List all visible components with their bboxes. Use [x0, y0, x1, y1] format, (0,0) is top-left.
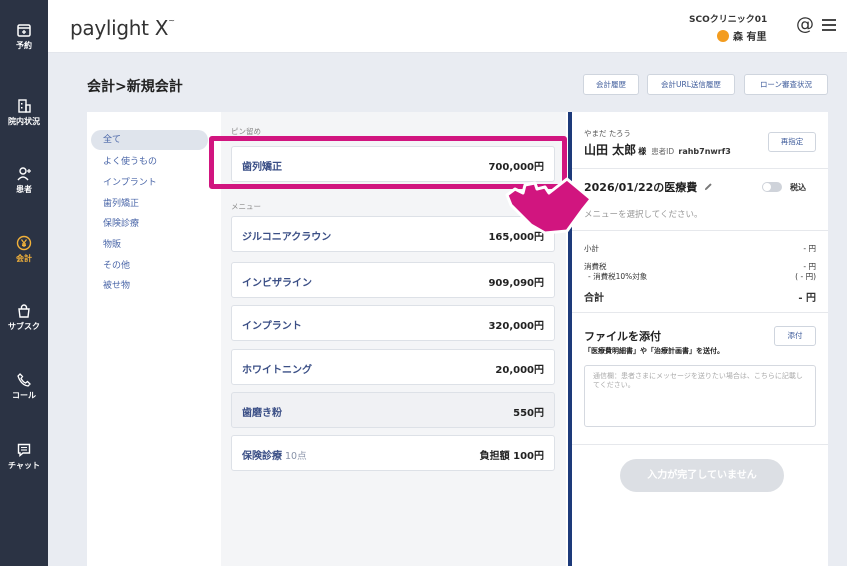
divider — [572, 230, 828, 231]
attach-file-title: ファイルを添付 — [584, 330, 661, 343]
add-user-icon — [17, 167, 31, 181]
menu-item[interactable]: 歯磨き粉 550円 — [231, 392, 555, 428]
loan-review-status-button[interactable]: ローン審査状況 — [744, 74, 828, 95]
pointing-hand-icon — [505, 177, 593, 235]
menu-section-label: メニュー — [231, 202, 261, 211]
menu-item[interactable]: インプラント 320,000円 — [231, 305, 555, 341]
menu-item-price: 320,000円 — [488, 321, 544, 332]
hamburger-menu-icon[interactable] — [821, 18, 837, 32]
menu-item-name: ジルコニアクラウン — [242, 232, 332, 243]
attach-file-subtitle: 「医療費明細書」や「治療計画書」を送付。 — [584, 347, 724, 355]
chat-icon — [17, 443, 31, 457]
sidebar-item-patients[interactable]: 患者 — [0, 166, 48, 195]
menu-item[interactable]: 保険診療 10点 負担額 100円 — [231, 435, 555, 471]
menu-item-name: インプラント — [242, 321, 302, 332]
calendar-icon — [17, 24, 31, 37]
patient-id: rahb7nwrf3 — [678, 147, 731, 156]
menu-item-points: 10点 — [285, 451, 307, 462]
sidebar-item-label: 院内状況 — [8, 117, 40, 126]
attach-file-button[interactable]: 添付 — [774, 326, 816, 346]
divider — [572, 168, 828, 169]
tax-included-toggle[interactable] — [762, 182, 782, 192]
patient-name: 山田 太郎様患者ID rahb7nwrf3 — [584, 143, 731, 157]
select-menu-hint: メニューを選択してください。 — [584, 210, 703, 220]
sidebar-item-label: コール — [12, 391, 36, 400]
category-favorites[interactable]: よく使うもの — [103, 154, 157, 167]
message-textarea[interactable]: 通信欄：患者さまにメッセージを送りたい場合は、こちらに記載してください。 — [584, 365, 816, 427]
page-title: 会計>新規会計 — [87, 79, 183, 95]
phone-icon — [17, 373, 31, 387]
submit-button[interactable]: 入力が完了していません — [620, 459, 784, 492]
category-insurance[interactable]: 保険診療 — [103, 216, 139, 229]
menu-item-name: 保険診療 10点 — [242, 451, 307, 462]
menu-item[interactable]: インビザライン 909,090円 — [231, 262, 555, 298]
patient-kana: やまだ たろう — [584, 129, 631, 138]
menu-item-price: 550円 — [513, 408, 544, 419]
shopping-bag-icon — [18, 304, 30, 318]
divider — [572, 444, 828, 445]
category-other[interactable]: その他 — [103, 258, 130, 271]
user-info[interactable]: 森 有里 — [717, 28, 766, 43]
clinic-name: SCOクリニック01 — [689, 15, 768, 25]
mention-icon[interactable]: @ — [796, 14, 814, 35]
tax-included-label: 税込 — [790, 183, 806, 192]
category-goods[interactable]: 物販 — [103, 237, 121, 250]
url-send-history-button[interactable]: 会計URL送信履歴 — [647, 74, 735, 95]
menu-item-price: 20,000円 — [495, 365, 544, 376]
fee-date-title: 2026/01/22の医療費 — [584, 179, 713, 195]
user-name: 森 有里 — [733, 32, 767, 43]
sidebar-item-label: サブスク — [8, 322, 40, 331]
category-crowns[interactable]: 被せ物 — [103, 278, 130, 291]
category-implant[interactable]: インプラント — [103, 175, 157, 188]
tax10-row: - 消費税10%対象( - 円) — [588, 272, 816, 281]
menu-item-name: 歯磨き粉 — [242, 408, 282, 419]
reassign-patient-button[interactable]: 再指定 — [768, 132, 816, 152]
payment-history-button[interactable]: 会計履歴 — [583, 74, 639, 95]
yen-icon — [16, 235, 32, 251]
category-all[interactable]: 全て — [91, 130, 208, 150]
sidebar-item-chat[interactable]: チャット — [0, 442, 48, 471]
building-icon — [18, 99, 31, 113]
edit-pencil-icon[interactable] — [704, 182, 713, 191]
sidebar-item-subscription[interactable]: サブスク — [0, 303, 48, 332]
top-header: paylight X~ SCOクリニック01 森 有里 @ — [48, 0, 847, 53]
sidebar-item-call[interactable]: コール — [0, 372, 48, 401]
sidebar-item-accounting[interactable]: 会計 — [0, 235, 48, 264]
sidebar-item-label: 患者 — [16, 185, 32, 194]
sidebar: 予約 院内状況 患者 会計 サブスク コール チャット — [0, 0, 48, 566]
sidebar-item-status[interactable]: 院内状況 — [0, 98, 48, 127]
menu-item-name: ホワイトニング — [242, 365, 312, 376]
subtotal-row: 小計 - 円 — [584, 244, 816, 253]
menu-item[interactable]: ホワイトニング 20,000円 — [231, 349, 555, 385]
app-logo[interactable]: paylight X~ — [70, 16, 175, 40]
category-orthodontics[interactable]: 歯列矯正 — [103, 196, 139, 209]
sidebar-item-reservation[interactable]: 予約 — [0, 22, 48, 51]
menu-item-name: インビザライン — [242, 278, 312, 289]
bill-summary: やまだ たろう 山田 太郎様患者ID rahb7nwrf3 再指定 2026/0… — [572, 112, 828, 566]
avatar — [717, 29, 729, 42]
sidebar-item-label: 予約 — [16, 41, 32, 50]
sidebar-item-label: 会計 — [16, 254, 32, 263]
sidebar-item-label: チャット — [8, 461, 40, 470]
divider — [572, 312, 828, 313]
menu-item-price: 909,090円 — [488, 278, 544, 289]
category-list: 全て よく使うもの インプラント 歯列矯正 保険診療 物販 その他 被せ物 — [87, 112, 221, 566]
menu-item-price: 負担額 100円 — [479, 451, 544, 462]
app-root: 予約 院内状況 患者 会計 サブスク コール チャット paylight X~ — [0, 0, 847, 566]
total-row: 合計 - 円 — [584, 293, 816, 304]
